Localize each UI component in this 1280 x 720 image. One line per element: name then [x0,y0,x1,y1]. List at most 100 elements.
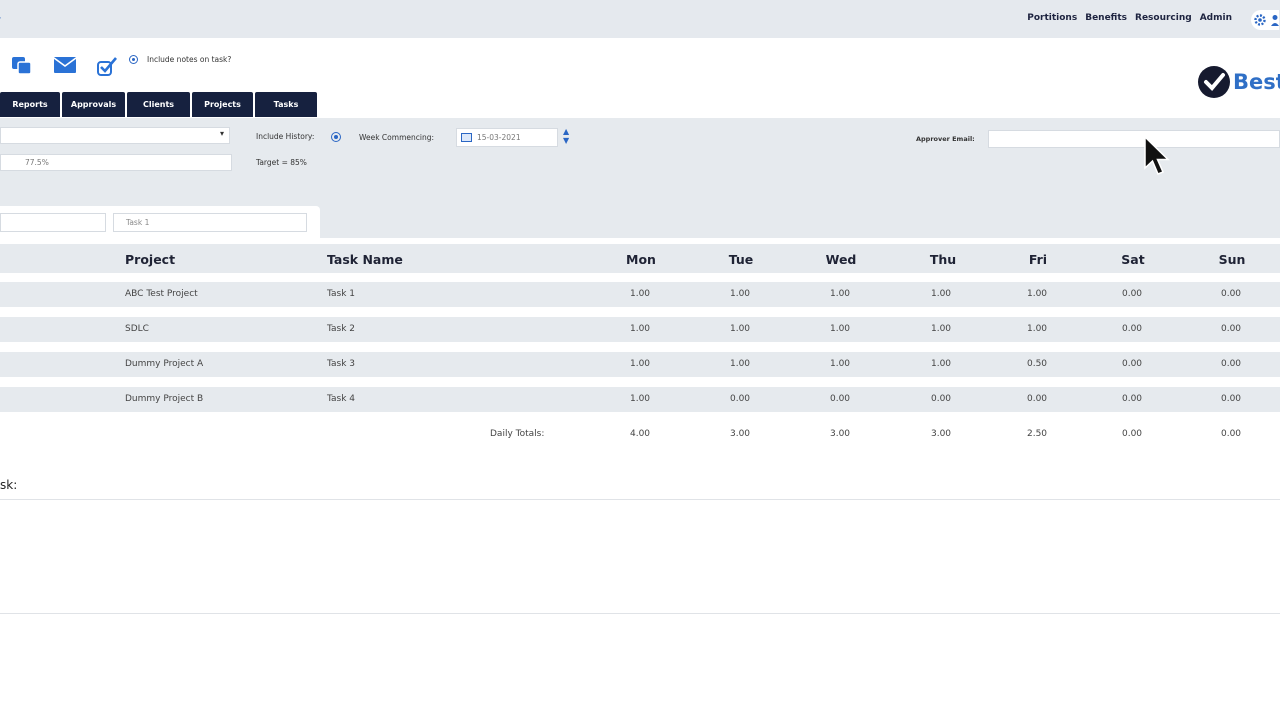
approver-email-label: Approver Email: [916,135,975,143]
include-notes-radio[interactable] [129,55,138,64]
mouse-cursor-icon [1144,136,1170,175]
col-fri: Fri [1028,252,1048,267]
nav-link-portitions[interactable]: Portitions [1027,13,1077,23]
col-tue: Tue [728,252,754,267]
tab-projects[interactable]: Projects [192,92,253,117]
top-nav-links: Portitions Benefits Resourcing Admin [1027,13,1232,23]
table-row[interactable]: Dummy Project B Task 4 1.00 0.00 0.00 0.… [0,387,1280,412]
nav-link-benefits[interactable]: Benefits [1085,13,1127,23]
hours-fri[interactable]: 1.00 [1027,289,1047,299]
hours-mon[interactable]: 1.00 [630,289,650,299]
hours-sun[interactable]: 0.00 [1221,359,1241,369]
hours-sun[interactable]: 0.00 [1221,289,1241,299]
hours-sat[interactable]: 0.00 [1122,394,1142,404]
hours-fri[interactable]: 1.00 [1027,324,1047,334]
total-fri: 2.50 [1026,429,1048,439]
row-task: Task 3 [327,359,356,369]
total-sun: 0.00 [1220,429,1242,439]
total-wed: 3.00 [829,429,851,439]
col-task-name: Task Name [327,252,403,267]
col-mon: Mon [626,252,656,267]
include-history-radio[interactable] [331,132,341,142]
approver-email-input[interactable] [988,130,1280,148]
col-thu: Thu [929,252,957,267]
week-commencing-label: Week Commencing: [359,133,434,142]
hours-mon[interactable]: 1.00 [630,324,650,334]
chevron-right-icon[interactable]: › [0,11,1,24]
hours-tue[interactable]: 1.00 [730,289,750,299]
daily-totals-row: Daily Totals: 4.00 3.00 3.00 3.00 2.50 0… [0,422,1280,446]
utilisation-field: 77.5% [0,154,232,171]
task-filter-bar: Task 1 [0,206,320,238]
tab-approvals[interactable]: Approvals [62,92,125,117]
hours-thu[interactable]: 0.00 [931,394,951,404]
hours-thu[interactable]: 1.00 [931,324,951,334]
divider [0,499,1280,500]
tab-clients[interactable]: Clients [127,92,190,117]
top-navigation-bar: › Portitions Benefits Resourcing Admin [0,0,1280,38]
hours-mon[interactable]: 1.00 [630,359,650,369]
target-label: Target = 85% [256,158,307,167]
total-mon: 4.00 [629,429,651,439]
hours-sun[interactable]: 0.00 [1221,324,1241,334]
col-sun: Sun [1218,252,1246,267]
calendar-icon[interactable] [461,133,472,142]
hours-wed[interactable]: 1.00 [830,289,850,299]
row-project: Dummy Project A [125,359,204,369]
hours-thu[interactable]: 1.00 [931,359,951,369]
employee-select[interactable]: ▾ [0,127,230,144]
row-task: Task 2 [327,324,356,334]
hours-thu[interactable]: 1.00 [931,289,951,299]
hours-wed[interactable]: 0.00 [830,394,850,404]
settings-user-pill[interactable] [1251,10,1279,30]
daily-totals-label: Daily Totals: [490,429,545,439]
hours-tue[interactable]: 1.00 [730,324,750,334]
main-tabs: Reports Approvals Clients Projects Tasks [0,92,317,117]
email-icon[interactable] [53,56,77,74]
hours-sat[interactable]: 0.00 [1122,359,1142,369]
col-sat: Sat [1121,252,1145,267]
week-commencing-value: 15-03-2021 [477,133,521,142]
week-commencing-date-input[interactable]: 15-03-2021 [456,128,558,147]
include-notes-label: Include notes on task? [147,55,232,64]
hours-sun[interactable]: 0.00 [1221,394,1241,404]
hours-sat[interactable]: 0.00 [1122,324,1142,334]
task-notes-label: sk: [0,478,18,492]
tab-tasks[interactable]: Tasks [255,92,317,117]
hours-tue[interactable]: 1.00 [730,359,750,369]
hours-sat[interactable]: 0.00 [1122,289,1142,299]
hours-fri[interactable]: 0.00 [1027,394,1047,404]
total-sat: 0.00 [1121,429,1143,439]
logo-check-icon [1198,66,1230,98]
chevron-down-icon[interactable]: ▾ [220,129,224,138]
table-row[interactable]: Dummy Project A Task 3 1.00 1.00 1.00 1.… [0,352,1280,377]
logo-text: Best [1233,70,1280,94]
nav-link-admin[interactable]: Admin [1200,13,1232,23]
hours-tue[interactable]: 0.00 [730,394,750,404]
search-input[interactable] [0,213,106,232]
nav-link-resourcing[interactable]: Resourcing [1135,13,1192,23]
total-tue: 3.00 [729,429,751,439]
week-stepper-icon[interactable]: ▲ ▼ [563,127,569,145]
row-task: Task 4 [327,394,356,404]
tab-reports[interactable]: Reports [0,92,60,117]
row-project: ABC Test Project [125,289,198,299]
brand-logo: Best [1198,66,1280,98]
approve-check-icon[interactable] [96,56,118,76]
divider [0,613,1280,614]
copy-icon[interactable] [11,56,33,76]
total-thu: 3.00 [930,429,952,439]
row-task: Task 1 [327,289,356,299]
col-wed: Wed [825,252,857,267]
include-history-label: Include History: [256,132,315,141]
row-project: Dummy Project B [125,394,204,404]
task-filter-input[interactable]: Task 1 [113,213,307,232]
table-row[interactable]: SDLC Task 2 1.00 1.00 1.00 1.00 1.00 0.0… [0,317,1280,342]
hours-wed[interactable]: 1.00 [830,359,850,369]
hours-wed[interactable]: 1.00 [830,324,850,334]
hours-fri[interactable]: 0.50 [1027,359,1047,369]
table-row[interactable]: ABC Test Project Task 1 1.00 1.00 1.00 1… [0,282,1280,307]
row-project: SDLC [125,324,149,334]
gear-icon[interactable] [1253,13,1279,27]
hours-mon[interactable]: 1.00 [630,394,650,404]
